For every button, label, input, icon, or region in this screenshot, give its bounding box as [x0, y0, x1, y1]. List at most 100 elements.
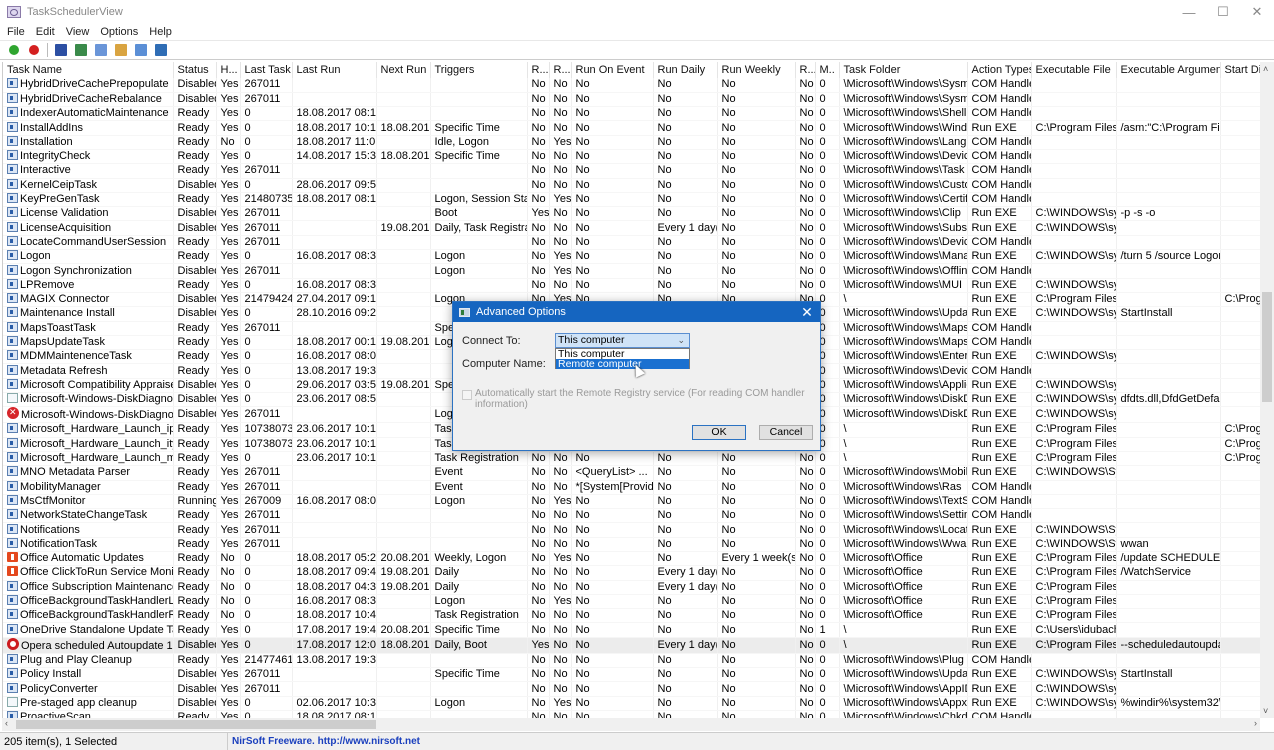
table-row[interactable]: Opera scheduled Autoupdate 15029...Disab…	[3, 637, 1260, 654]
column-header[interactable]: Executable Arguments	[1116, 62, 1221, 78]
horizontal-scroll-thumb[interactable]	[16, 720, 376, 729]
table-cell: 0	[240, 106, 293, 122]
menu-view[interactable]: View	[61, 26, 96, 38]
column-header[interactable]: M..	[815, 62, 840, 78]
close-button[interactable]: ✕	[1240, 0, 1274, 24]
table-row[interactable]: InstallationReadyNo018.08.2017 11:01:35I…	[3, 135, 1260, 150]
table-row[interactable]: Office ClickToRun Service Monitor Ready No…	[3, 565, 1260, 581]
maximize-button[interactable]: ☐	[1206, 0, 1240, 24]
menu-help[interactable]: Help	[144, 26, 178, 38]
column-header[interactable]: Task Folder	[839, 62, 968, 78]
column-header[interactable]: H...	[216, 62, 241, 78]
table-cell	[1116, 480, 1221, 495]
column-header[interactable]: Run Weekly	[717, 62, 796, 78]
cancel-button[interactable]: Cancel	[759, 425, 813, 440]
table-row[interactable]: PolicyConverterDisabledYes267011NoNoNoNo…	[3, 681, 1260, 697]
column-header[interactable]: Action Types	[967, 62, 1032, 78]
dialog-close-button[interactable]: ✕	[794, 304, 820, 321]
menu-options[interactable]: Options	[95, 26, 144, 38]
option-remote-computer[interactable]: Remote computer	[556, 359, 689, 369]
table-row[interactable]: License ValidationDisabledYes267011BootY…	[3, 206, 1260, 222]
column-header[interactable]: Last Run	[292, 62, 377, 78]
table-row[interactable]: LocateCommandUserSession Ready Yes 267011 No…	[3, 235, 1260, 251]
table-row[interactable]: MsCtfMonitor Running Yes 267009 16.08.2017 0…	[3, 494, 1260, 510]
table-row[interactable]: OfficeBackgroundTaskHandlerLogonReadyNo0…	[3, 594, 1260, 610]
copy-button[interactable]	[93, 42, 109, 58]
table-row[interactable]: NotificationTask Ready Yes 267011 No No No No No…	[3, 537, 1260, 553]
menu-file[interactable]: File	[2, 26, 31, 38]
ok-button[interactable]: OK	[692, 425, 746, 440]
table-row[interactable]: NetworkStateChangeTask Ready Yes 267011 No No…	[3, 508, 1260, 524]
table-row[interactable]: ProactiveScanReadyYes018.08.2017 08:16:3…	[3, 710, 1260, 718]
refresh-button[interactable]	[73, 42, 89, 58]
table-row[interactable]: Logon SynchronizationDisabledYes267011Lo…	[3, 263, 1260, 279]
column-header[interactable]: R...	[795, 62, 816, 78]
menu-edit[interactable]: Edit	[31, 26, 61, 38]
task-icon	[7, 378, 18, 389]
table-cell: No	[216, 551, 241, 567]
scroll-left-icon[interactable]: ‹	[5, 718, 8, 728]
minimize-button[interactable]: —	[1172, 0, 1206, 24]
table-cell: 267011	[240, 92, 293, 108]
table-cell: No	[571, 622, 654, 638]
table-row[interactable]: HybridDriveCacheRebalance DisabledYes2670…	[3, 92, 1260, 108]
table-row[interactable]: IndexerAutomaticMaintenance Ready Yes 0 18.0…	[3, 106, 1260, 122]
vertical-scroll-thumb[interactable]	[1262, 292, 1272, 402]
table-cell: \Microsoft\Windows\Ras	[839, 480, 968, 495]
column-header[interactable]: R...	[527, 62, 550, 78]
column-header[interactable]: Status	[173, 62, 217, 78]
scroll-right-icon[interactable]: ›	[1254, 718, 1257, 728]
vertical-scrollbar[interactable]: ˄ ˅	[1260, 62, 1274, 718]
enable-button[interactable]	[6, 42, 22, 58]
task-icon	[7, 364, 18, 375]
disable-button[interactable]	[26, 42, 42, 58]
column-header[interactable]: R...	[549, 62, 572, 78]
save-button[interactable]	[53, 42, 69, 58]
table-row[interactable]: LogonReadyYes016.08.2017 08:31:52LogonNo…	[3, 249, 1260, 265]
horizontal-scrollbar[interactable]: ‹ ›	[2, 718, 1260, 731]
table-cell: No	[653, 178, 718, 193]
scroll-up-icon[interactable]: ˄	[1263, 64, 1268, 74]
table-row[interactable]: Interactive Ready Yes 267011 No No No No No No 0 \M…	[3, 163, 1260, 179]
table-row[interactable]: KeyPreGenTaskReadyYes214807352018.08.201…	[3, 192, 1260, 208]
table-cell	[1116, 508, 1221, 524]
table-row[interactable]: Office Automatic Updates Ready No 0 18.08.20…	[3, 551, 1260, 567]
nirsoft-link[interactable]: NirSoft Freeware. http://www.nirsoft.net	[228, 736, 420, 747]
table-row[interactable]: KernelCeipTaskDisabledYes028.06.2017 09:…	[3, 178, 1260, 193]
table-cell: No	[717, 78, 796, 93]
table-row[interactable]: LPRemoveReadyYes016.08.2017 08:31:53NoNo…	[3, 278, 1260, 293]
table-row[interactable]: Notifications Ready Yes 267011 No No No No No No 0…	[3, 522, 1260, 538]
table-row[interactable]: Policy Install DisabledYes267011 Specific …	[3, 667, 1260, 683]
column-header[interactable]: Run On Event	[571, 62, 654, 78]
column-header[interactable]: Last Task ...	[240, 62, 293, 78]
column-header[interactable]: Start Dire	[1220, 62, 1260, 78]
find-button[interactable]	[133, 42, 149, 58]
table-cell: Yes	[216, 235, 241, 251]
table-cell: MNO Metadata Parser	[3, 465, 174, 481]
table-row[interactable]: LicenseAcquisition DisabledYes267011 19.08…	[3, 220, 1260, 236]
table-row[interactable]: MobilityManager Ready Yes 267011 Event No No *[…	[3, 480, 1260, 495]
exit-button[interactable]	[153, 42, 169, 58]
task-icon	[7, 711, 18, 718]
table-cell: Yes	[549, 263, 572, 279]
auto-start-checkbox[interactable]	[462, 390, 472, 400]
task-name: Metadata Refresh	[20, 364, 108, 377]
column-header[interactable]: Run Daily	[653, 62, 718, 78]
table-row[interactable]: Plug and Play Cleanup ReadyYes21477461321…	[3, 653, 1260, 669]
table-row[interactable]: IntegrityCheckReadyYes014.08.2017 15:38:…	[3, 149, 1260, 165]
connect-to-combo[interactable]: This computer ⌄	[555, 333, 690, 348]
table-row[interactable]: Microsoft_Hardware_Launch_mouse...ReadyY…	[3, 451, 1260, 467]
column-header[interactable]: Next Run	[376, 62, 431, 78]
table-row[interactable]: Office Subscription Maintenance Ready No 0 1…	[3, 580, 1260, 595]
table-row[interactable]: OfficeBackgroundTaskHandlerRegist...Read…	[3, 608, 1260, 624]
table-row[interactable]: OneDrive Standalone Update Task-S...Read…	[3, 622, 1260, 638]
table-row[interactable]: HybridDriveCachePrepopulate DisabledYes26…	[3, 78, 1260, 93]
table-row[interactable]: Pre-staged app cleanupDisabledYes002.06.…	[3, 696, 1260, 711]
properties-button[interactable]	[113, 42, 129, 58]
table-row[interactable]: MNO Metadata Parser Ready Yes 267011 Event No…	[3, 465, 1260, 481]
column-header[interactable]: Executable File	[1031, 62, 1117, 78]
scroll-down-icon[interactable]: ˅	[1263, 706, 1268, 716]
table-row[interactable]: InstallAddInsReadyYes018.08.2017 10:11:2…	[3, 120, 1260, 136]
column-header[interactable]: Task Name	[3, 62, 174, 78]
column-header[interactable]: Triggers	[430, 62, 528, 78]
